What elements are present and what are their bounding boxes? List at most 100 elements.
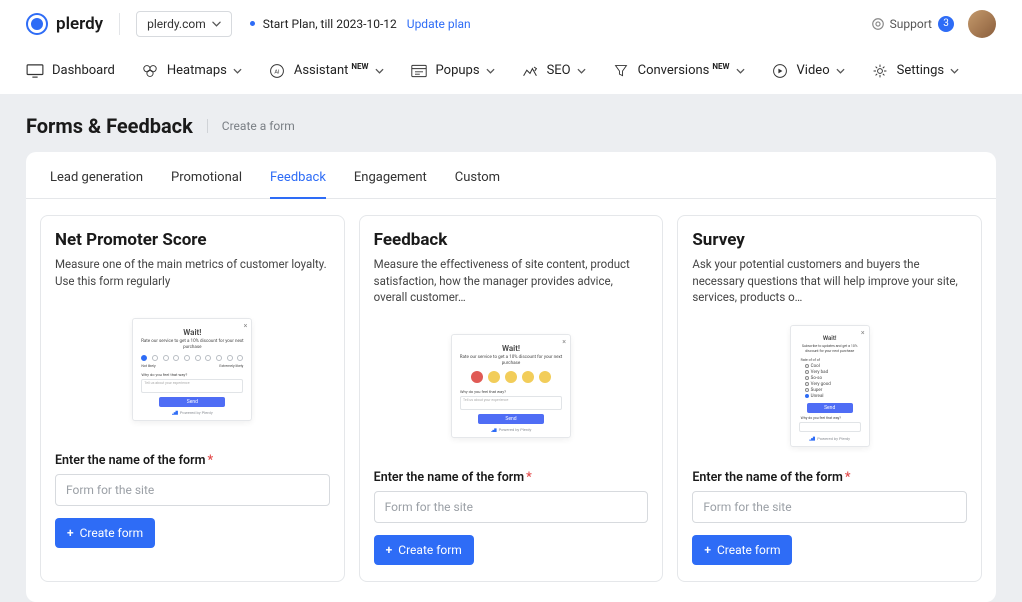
tab-promotional[interactable]: Promotional	[171, 170, 242, 198]
chevron-down-icon	[486, 68, 495, 74]
field-label: Enter the name of the form*	[55, 453, 330, 468]
emoji-sad-icon	[488, 371, 500, 383]
card-desc: Ask your potential customers and buyers …	[692, 256, 967, 306]
preview-sub: Rate our service to get a 10% discount f…	[458, 355, 564, 367]
preview-title: Wait!	[458, 344, 564, 353]
funnel-icon	[612, 64, 630, 78]
create-form-button[interactable]: +Create form	[692, 535, 792, 565]
preview-sub: Rate our service to get a 10% discount f…	[139, 339, 245, 351]
form-name-input[interactable]	[55, 474, 330, 506]
main-panel: Lead generation Promotional Feedback Eng…	[26, 152, 996, 602]
brand-logo[interactable]: plerdy	[26, 13, 103, 35]
emoji-love-icon	[539, 371, 551, 383]
status-dot-icon	[250, 21, 255, 26]
chevron-down-icon	[233, 68, 242, 74]
plan-text: Start Plan, till 2023-10-12	[263, 17, 397, 31]
preview-title: Wait!	[139, 328, 245, 337]
nav-seo[interactable]: SEO	[521, 63, 586, 78]
chevron-down-icon	[577, 68, 586, 74]
close-icon: ×	[244, 322, 248, 330]
chevron-down-icon	[950, 68, 959, 74]
nav-assistant[interactable]: AI Assistant NEW	[268, 63, 384, 78]
brand-name: plerdy	[56, 14, 103, 34]
create-form-button[interactable]: + Create form	[374, 535, 474, 565]
field-label: Enter the name of the form*	[374, 470, 649, 485]
plus-icon: +	[386, 543, 393, 557]
support-count-badge: 3	[938, 16, 954, 32]
preview-title: Wait!	[797, 335, 863, 342]
nav-label: SEO	[547, 63, 571, 78]
tab-engagement[interactable]: Engagement	[354, 170, 427, 198]
button-label: Create form	[80, 526, 144, 540]
plus-icon: +	[704, 543, 711, 557]
create-form-button[interactable]: + Create form	[55, 518, 155, 548]
preview-send: Send	[807, 403, 853, 413]
domain-selector[interactable]: plerdy.com	[136, 11, 232, 37]
domain-selector-label: plerdy.com	[147, 17, 206, 31]
preview-sub: Subscribe to updates and get a 10% disco…	[797, 344, 863, 353]
card-preview: × Wait! Rate our service to get a 10% di…	[55, 299, 330, 439]
nav-dashboard[interactable]: Dashboard	[26, 63, 115, 78]
chevron-down-icon	[836, 68, 845, 74]
card-survey: Survey Ask your potential customers and …	[677, 215, 982, 582]
ai-icon: AI	[268, 64, 286, 78]
close-icon: ×	[861, 329, 865, 337]
tab-feedback[interactable]: Feedback	[270, 170, 326, 199]
monitor-icon	[26, 64, 44, 78]
page-title: Forms & Feedback	[26, 114, 193, 138]
chevron-down-icon	[212, 21, 221, 27]
nav-conversions[interactable]: Conversions NEW	[612, 63, 745, 78]
nav-heatmaps[interactable]: Heatmaps	[141, 63, 242, 78]
close-icon: ×	[562, 338, 566, 346]
plan-info: Start Plan, till 2023-10-12 Update plan	[250, 17, 471, 31]
nav-label: Video	[797, 63, 830, 78]
button-label: Create form	[398, 543, 462, 557]
form-name-input[interactable]	[374, 491, 649, 523]
nav-label: Dashboard	[52, 63, 115, 78]
seo-icon	[521, 64, 539, 78]
nav-label: Settings	[897, 63, 944, 78]
card-preview: × Wait! Subscribe to updates and get a 1…	[692, 316, 967, 456]
emoji-happy-icon	[522, 371, 534, 383]
main-nav: Dashboard Heatmaps AI Assistant NEW Popu…	[0, 48, 1022, 94]
tab-lead-generation[interactable]: Lead generation	[50, 170, 143, 198]
field-label: Enter the name of the form*	[692, 470, 967, 485]
play-circle-icon	[771, 64, 789, 78]
card-preview: × Wait! Rate our service to get a 10% di…	[374, 316, 649, 456]
support-icon	[871, 17, 885, 31]
card-desc: Measure the effectiveness of site conten…	[374, 256, 649, 306]
preview-send: Send	[478, 414, 544, 424]
nav-video[interactable]: Video	[771, 63, 845, 78]
card-title: Feedback	[374, 230, 649, 250]
card-feedback: Feedback Measure the effectiveness of si…	[359, 215, 664, 582]
breadcrumb: Create a form	[207, 119, 295, 133]
preview-send: Send	[159, 397, 225, 407]
nav-settings[interactable]: Settings	[871, 63, 959, 78]
brand-logo-icon	[26, 13, 48, 35]
card-title: Net Promoter Score	[55, 230, 330, 250]
heatmap-icon	[141, 64, 159, 78]
form-name-input[interactable]	[692, 491, 967, 523]
divider	[119, 13, 120, 35]
emoji-angry-icon	[471, 371, 483, 383]
card-title: Survey	[692, 230, 967, 250]
new-badge: NEW	[712, 62, 729, 71]
gear-icon	[871, 64, 889, 78]
nav-label: Conversions	[638, 63, 710, 78]
card-nps: Net Promoter Score Measure one of the ma…	[40, 215, 345, 582]
plus-icon: +	[67, 526, 74, 540]
tab-custom[interactable]: Custom	[455, 170, 500, 198]
support-label: Support	[890, 17, 932, 31]
chevron-down-icon	[375, 68, 384, 74]
popups-icon	[410, 64, 428, 78]
nav-label: Assistant	[294, 63, 349, 78]
avatar[interactable]	[968, 10, 996, 38]
update-plan-link[interactable]: Update plan	[407, 17, 471, 31]
nav-popups[interactable]: Popups	[410, 63, 495, 78]
nav-label: Popups	[436, 63, 480, 78]
tabs: Lead generation Promotional Feedback Eng…	[26, 152, 996, 199]
nav-label: Heatmaps	[167, 63, 227, 78]
support-link[interactable]: Support 3	[871, 16, 954, 32]
chevron-down-icon	[736, 68, 745, 74]
svg-text:AI: AI	[274, 69, 280, 75]
